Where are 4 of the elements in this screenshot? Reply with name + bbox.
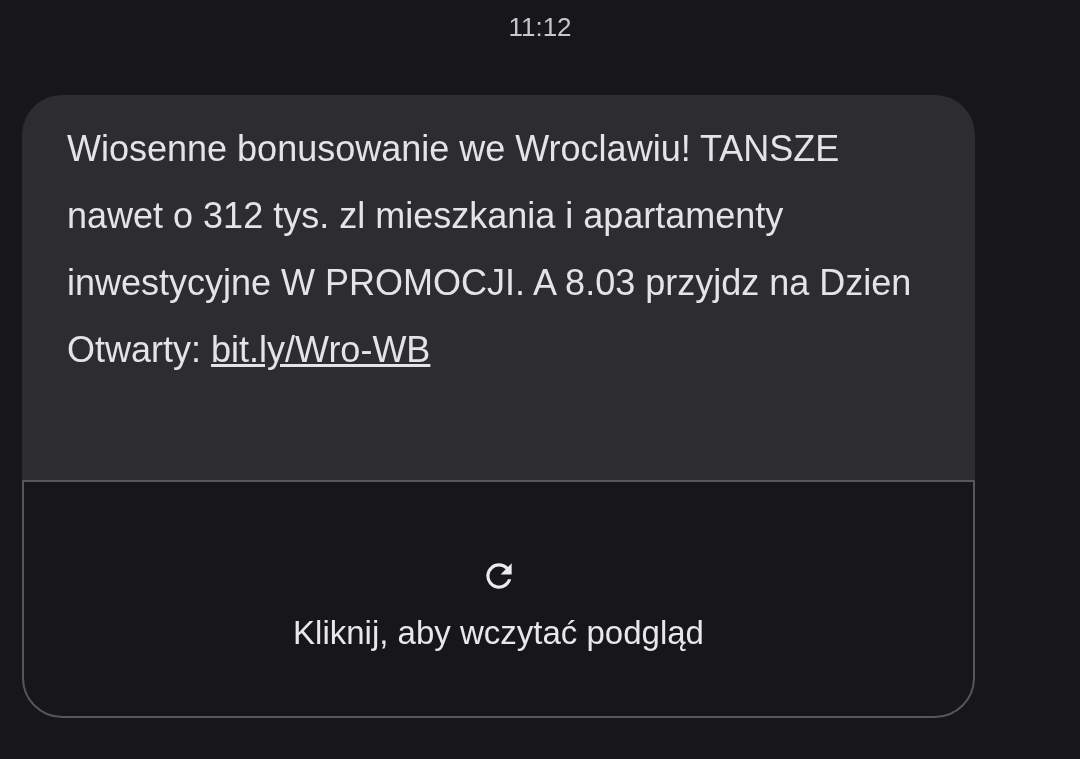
message-link[interactable]: bit.ly/Wro-WB (211, 329, 431, 370)
timestamp: 11:12 (508, 11, 572, 44)
message-text: Wiosenne bonusowanie we Wroclawiu! TANSZE nawet o 312 tys. zl mieszkania i apartamenty inwestycyjne W PROMOCJI. A 8.03 przyjdz na Dzien Otwarty: bit.ly/Wro-WB (67, 127, 913, 372)
load-preview-button[interactable]: Kliknij, aby wczytać podgląd (22, 480, 975, 718)
